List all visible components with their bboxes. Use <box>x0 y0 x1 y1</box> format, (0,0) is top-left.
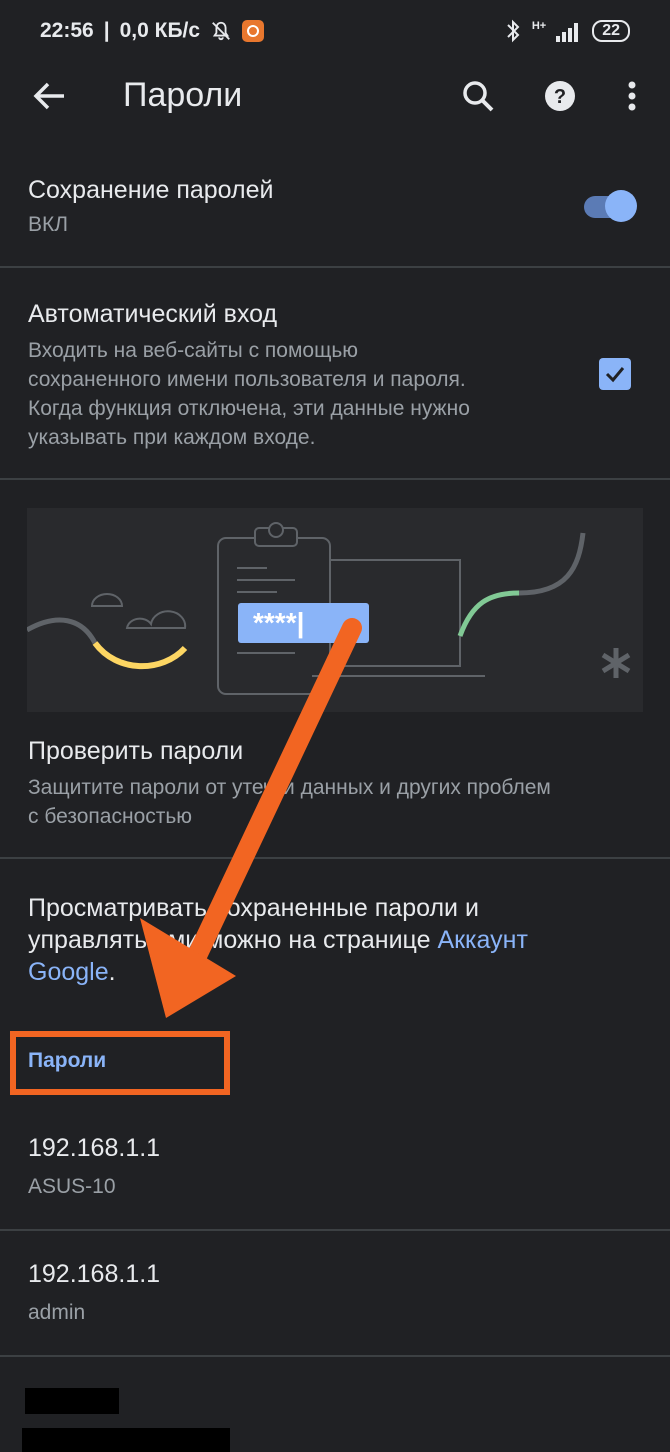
manage-info-line: Просматривать сохраненные пароли и <box>28 894 479 922</box>
help-icon[interactable]: ? <box>540 76 580 116</box>
auto-signin-title: Автоматический вход <box>28 300 278 328</box>
google-account-link-cont[interactable]: Google <box>28 958 109 986</box>
password-mask-text: ****| <box>253 607 304 638</box>
status-bar: 22:56 | 0,0 КБ/с H+ 22 <box>0 0 670 62</box>
check-passwords-desc-line: Защитите пароли от утечки данных и други… <box>28 776 551 799</box>
passwords-section-header: Пароли <box>28 1049 107 1072</box>
bluetooth-icon <box>507 19 520 43</box>
svg-text:?: ? <box>554 86 566 108</box>
save-passwords-row[interactable]: Сохранение паролей ВКЛ <box>0 172 670 266</box>
auto-signin-desc-line: указывать при каждом входе. <box>28 426 316 449</box>
save-passwords-state: ВКЛ <box>28 213 69 236</box>
redacted-username <box>22 1428 230 1452</box>
password-entry-site: 192.168.1.1 <box>28 1260 161 1288</box>
battery-indicator: 22 <box>592 20 630 42</box>
auto-signin-checkbox[interactable] <box>599 358 631 390</box>
signal-icon <box>556 23 579 42</box>
status-time: 22:56 <box>40 19 94 42</box>
divider <box>0 857 670 859</box>
more-vert-icon[interactable] <box>612 76 652 116</box>
back-arrow-icon[interactable] <box>30 76 70 116</box>
divider <box>0 478 670 480</box>
toolbar: Пароли ? <box>0 62 670 130</box>
check-passwords-row[interactable]: Проверить пароли Защитите пароли от утеч… <box>0 737 670 857</box>
save-passwords-title: Сохранение паролей <box>28 176 274 204</box>
check-passwords-title: Проверить пароли <box>28 737 244 765</box>
google-account-link[interactable]: Аккаунт <box>437 926 527 954</box>
illustration-graphic: ****| <box>25 522 631 695</box>
mi-app-icon <box>242 20 265 42</box>
divider <box>0 1229 670 1231</box>
manage-info-text: управлять ими можно на странице <box>28 926 438 954</box>
search-icon[interactable] <box>458 76 498 116</box>
password-entry-row[interactable]: 192.168.1.1 ASUS-10 <box>0 1134 670 1230</box>
password-entry-site: 192.168.1.1 <box>28 1134 161 1162</box>
toggle-thumb[interactable] <box>605 190 637 222</box>
password-check-illustration: ****| <box>25 508 643 712</box>
auto-signin-desc-line: Входить на веб-сайты с помощью <box>28 339 359 362</box>
auto-signin-desc-line: Когда функция отключена, эти данные нужн… <box>28 397 470 420</box>
manage-info-suffix: . <box>108 958 116 986</box>
redacted-site <box>25 1388 119 1414</box>
status-separator: | <box>103 19 110 42</box>
manage-passwords-info: Просматривать сохраненные пароли и управ… <box>28 892 648 988</box>
password-entry-username: ASUS-10 <box>28 1175 116 1198</box>
divider <box>0 266 670 268</box>
check-icon <box>605 367 625 383</box>
password-entry-username: admin <box>28 1301 86 1324</box>
bell-off-icon <box>212 21 230 41</box>
check-passwords-desc-line: с безопасностью <box>28 805 193 828</box>
divider <box>0 1355 670 1357</box>
auto-signin-row[interactable]: Автоматический вход Входить на веб-сайты… <box>0 300 670 478</box>
status-speed: 0,0 КБ/с <box>119 19 201 42</box>
password-entry-row[interactable]: 192.168.1.1 admin <box>0 1260 670 1356</box>
page-title: Пароли <box>123 76 243 114</box>
network-type: H+ <box>531 20 547 32</box>
auto-signin-desc-line: сохраненного имени пользователя и пароля… <box>28 368 466 391</box>
